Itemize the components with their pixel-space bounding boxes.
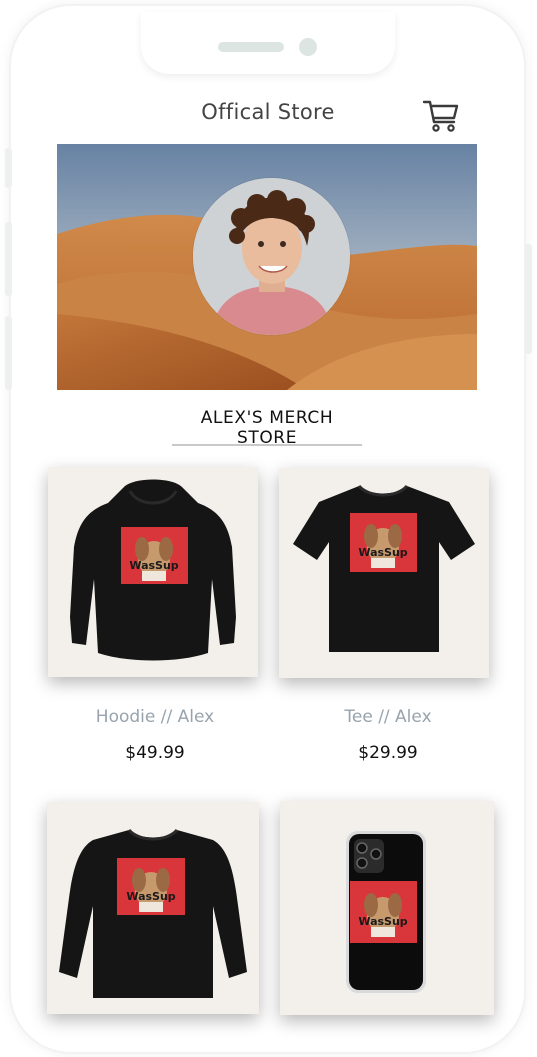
svg-text:WasSup: WasSup xyxy=(358,546,407,559)
product-card-tee[interactable]: WasSup xyxy=(279,468,489,678)
hoodie-image: WasSup xyxy=(48,467,258,677)
phone-side-button xyxy=(5,316,12,390)
product-card-phone-case[interactable]: WasSup xyxy=(280,801,494,1015)
heading-underline xyxy=(172,444,362,446)
svg-text:WasSup: WasSup xyxy=(129,559,178,572)
profile-avatar xyxy=(193,178,350,335)
phone-side-button xyxy=(5,222,12,296)
product-name[interactable]: Hoodie // Alex xyxy=(50,707,260,727)
speaker-grille xyxy=(218,42,284,52)
front-camera xyxy=(299,38,317,56)
longsleeve-image: WasSup xyxy=(47,802,259,1014)
store-name-heading: ALEX'S MERCH STORE xyxy=(200,408,334,448)
svg-text:WasSup: WasSup xyxy=(126,890,175,903)
product-price: $29.99 xyxy=(358,743,418,763)
product-card-hoodie[interactable]: WasSup xyxy=(48,467,258,677)
phone-notch xyxy=(141,12,395,74)
phone-side-button xyxy=(5,148,12,188)
phone-side-button xyxy=(525,244,532,354)
phone-case-image: WasSup xyxy=(280,801,494,1015)
tee-image: WasSup xyxy=(279,468,489,678)
svg-text:WasSup: WasSup xyxy=(358,915,407,928)
product-price: $49.99 xyxy=(125,743,185,763)
product-card-longsleeve[interactable]: WasSup xyxy=(47,802,259,1014)
shopping-cart-icon[interactable] xyxy=(422,96,460,134)
page-title: Offical Store xyxy=(201,100,335,124)
product-name[interactable]: Tee // Alex xyxy=(283,707,493,727)
